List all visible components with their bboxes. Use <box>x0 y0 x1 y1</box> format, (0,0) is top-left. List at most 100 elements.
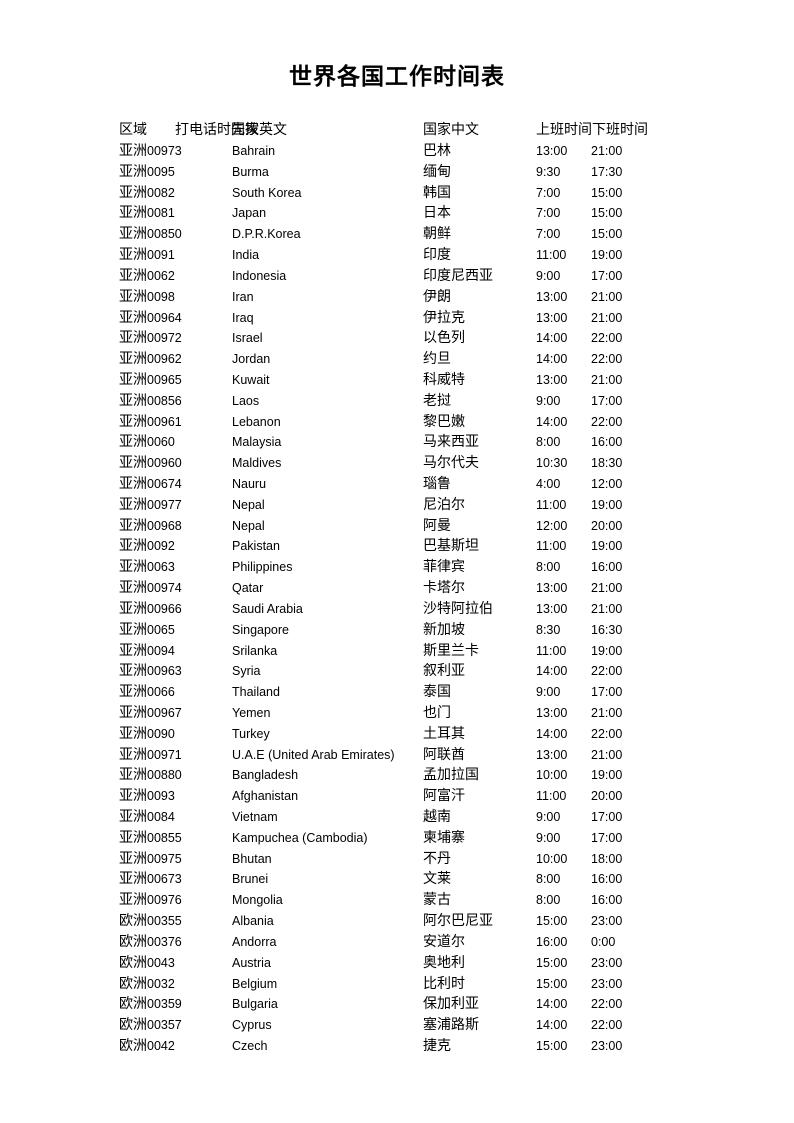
cell-country-zh: 菲律宾 <box>423 559 465 576</box>
region-name: 亚洲 <box>119 371 147 388</box>
cell-region: 欧洲00355 <box>119 911 182 931</box>
cell-start-time: 11:00 <box>536 497 567 512</box>
cell-country-zh: 阿尔巴尼亚 <box>423 913 493 930</box>
dial-code: 0063 <box>147 560 175 575</box>
cell-region: 亚洲0091 <box>119 245 175 265</box>
cell-start-time: 8:30 <box>536 622 561 637</box>
region-name: 亚洲 <box>119 809 147 825</box>
cell-start-time: 14:00 <box>536 1018 568 1033</box>
dial-code: 00963 <box>147 664 182 679</box>
cell-region: 亚洲0094 <box>119 641 175 661</box>
dial-code: 0090 <box>147 726 175 741</box>
cell-country-en: Indonesia <box>232 268 287 283</box>
dial-code: 00359 <box>147 997 182 1012</box>
region-name: 亚洲 <box>119 600 147 617</box>
region-name: 亚洲 <box>119 288 147 305</box>
cell-start-time: 9:00 <box>536 810 561 824</box>
dial-code: 0081 <box>147 206 175 221</box>
dial-code: 00972 <box>147 331 182 346</box>
dial-code: 00856 <box>147 393 182 408</box>
table-row: 欧洲0032 Belgium 比利时 15:00 23:00 <box>0 974 794 995</box>
cell-country-zh: 马尔代夫 <box>423 455 479 472</box>
cell-region: 亚洲00975 <box>119 849 182 869</box>
cell-start-time: 10:30 <box>536 456 568 471</box>
header-end-time: 下班时间 <box>592 122 648 138</box>
header-country-en: 国家英文 <box>231 122 287 138</box>
dial-code: 00967 <box>147 705 182 720</box>
header-start-time: 上班时间 <box>536 122 592 138</box>
region-name: 亚洲 <box>119 351 147 368</box>
table-row: 亚洲0081 Japan 日本 7:00 15:00 <box>0 203 794 224</box>
region-name: 亚洲 <box>119 767 147 784</box>
cell-start-time: 8:00 <box>536 560 561 575</box>
table-row: 亚洲0092 Pakistan 巴基斯坦 11:00 19:00 <box>0 536 794 557</box>
cell-start-time: 13:00 <box>536 601 568 616</box>
cell-country-en: Pakistan <box>232 539 280 554</box>
cell-country-en: Singapore <box>232 622 289 637</box>
dial-code: 00974 <box>147 581 182 596</box>
cell-country-en: Bhutan <box>232 851 272 866</box>
cell-end-time: 17:00 <box>591 830 623 845</box>
cell-end-time: 22:00 <box>591 414 623 429</box>
cell-end-time: 19:00 <box>591 768 623 783</box>
cell-region: 亚洲00963 <box>119 661 182 681</box>
dial-code: 0043 <box>147 955 175 970</box>
cell-end-time: 15:00 <box>591 227 623 242</box>
cell-country-en: Israel <box>232 331 263 346</box>
cell-country-zh: 孟加拉国 <box>423 767 479 784</box>
cell-region: 亚洲0062 <box>119 266 175 286</box>
cell-region: 亚洲00674 <box>119 474 182 494</box>
cell-country-zh: 朝鲜 <box>423 226 451 243</box>
dial-code: 00973 <box>147 144 182 158</box>
table-row: 亚洲00850 D.P.R.Korea 朝鲜 7:00 15:00 <box>0 224 794 245</box>
cell-region: 亚洲00961 <box>119 412 182 432</box>
cell-country-zh: 比利时 <box>423 975 465 992</box>
cell-country-zh: 科威特 <box>423 371 465 388</box>
cell-country-en: Austria <box>232 955 271 970</box>
cell-start-time: 9:00 <box>536 685 561 700</box>
region-name: 欧洲 <box>119 1037 147 1054</box>
cell-country-en: Belgium <box>232 976 278 991</box>
cell-country-en: Iraq <box>232 310 254 325</box>
table-row: 亚洲0093 Afghanistan 阿富汗 11:00 20:00 <box>0 786 794 807</box>
cell-end-time: 21:00 <box>591 372 623 387</box>
cell-end-time: 21:00 <box>591 289 623 304</box>
cell-end-time: 22:00 <box>591 1018 623 1033</box>
cell-country-zh: 阿联酋 <box>423 746 465 763</box>
cell-end-time: 22:00 <box>591 664 623 679</box>
cell-country-zh: 伊朗 <box>423 288 451 305</box>
table-row: 亚洲00975 Bhutan 不丹 10:00 18:00 <box>0 849 794 870</box>
cell-region: 亚洲00972 <box>119 328 182 348</box>
cell-country-en: Bulgaria <box>232 997 278 1012</box>
cell-end-time: 19:00 <box>591 539 623 554</box>
cell-country-zh: 柬埔寨 <box>423 829 465 846</box>
cell-region: 亚洲0081 <box>119 203 175 223</box>
cell-country-zh: 马来西亚 <box>423 434 479 451</box>
table-row: 亚洲00977 Nepal 尼泊尔 11:00 19:00 <box>0 495 794 516</box>
region-name: 亚洲 <box>119 184 147 201</box>
cell-region: 亚洲00968 <box>119 516 182 536</box>
dial-code: 0098 <box>147 289 175 304</box>
cell-end-time: 17:30 <box>591 164 623 179</box>
document-title: 世界各国工作时间表 <box>289 63 505 90</box>
cell-country-en: Malaysia <box>232 435 282 450</box>
cell-country-zh: 捷克 <box>423 1037 451 1054</box>
cell-region: 亚洲0095 <box>119 162 175 182</box>
table-row: 亚洲00973 Bahrain 巴林 13:00 21:00 <box>0 141 794 162</box>
cell-start-time: 4:00 <box>536 477 561 491</box>
cell-end-time: 19:00 <box>591 643 623 658</box>
cell-start-time: 13:00 <box>536 289 568 304</box>
table-row: 亚洲00976 Mongolia 蒙古 8:00 16:00 <box>0 890 794 911</box>
cell-start-time: 14:00 <box>536 414 568 429</box>
cell-end-time: 22:00 <box>591 352 623 367</box>
cell-country-en: Brunei <box>232 872 269 887</box>
region-name: 亚洲 <box>119 434 147 451</box>
cell-start-time: 13:00 <box>536 581 568 596</box>
table-row: 亚洲00965 Kuwait 科威特 13:00 21:00 <box>0 370 794 391</box>
table-row: 亚洲00673 Brunei 文莱 8:00 16:00 <box>0 869 794 890</box>
dial-code: 0032 <box>147 976 175 991</box>
cell-country-zh: 泰国 <box>423 684 451 701</box>
cell-country-zh: 塞浦路斯 <box>423 1017 479 1034</box>
cell-country-zh: 阿曼 <box>423 517 451 534</box>
cell-end-time: 17:00 <box>591 685 623 700</box>
